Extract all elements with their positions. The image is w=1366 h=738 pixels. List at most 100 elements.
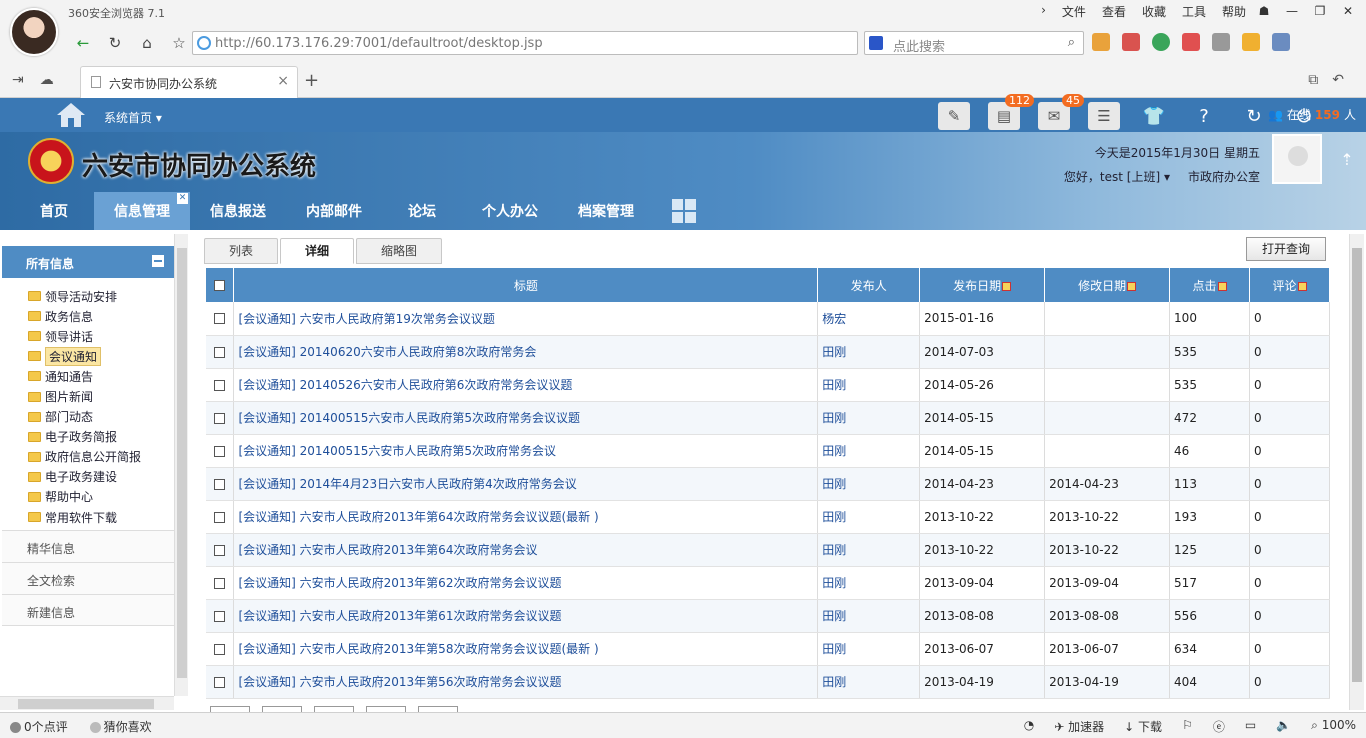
menu-favorites[interactable]: 收藏 [1142, 3, 1166, 20]
reload-icon[interactable]: ↻ [102, 32, 128, 54]
search-engine-icon[interactable] [869, 36, 883, 50]
tree-item[interactable]: 政务信息 [28, 306, 141, 326]
tree-item-selected[interactable]: 会议通知 [28, 346, 141, 366]
sort-icon[interactable] [1217, 281, 1227, 291]
tree-item[interactable]: 电子政务建设 [28, 467, 141, 487]
tree-item[interactable]: 常用软件下载 [28, 507, 141, 527]
menu-file[interactable]: 文件 [1062, 3, 1086, 20]
nav-forum[interactable]: 论坛 [382, 192, 462, 230]
row-title[interactable]: [会议通知] 六安市人民政府2013年第64次政府常务会议议题(最新 ) [233, 500, 819, 534]
window-icon[interactable]: ▭ [1245, 718, 1256, 735]
row-checkbox[interactable] [214, 676, 226, 688]
row-author[interactable]: 田刚 [817, 665, 921, 699]
row-checkbox[interactable] [214, 412, 226, 424]
user-photo[interactable] [1272, 134, 1322, 184]
calendar-icon[interactable] [1122, 33, 1140, 51]
user-avatar[interactable] [10, 8, 58, 56]
scroll-top-icon[interactable]: ⇡ [1336, 150, 1358, 172]
tab-detail-view[interactable]: 详细 [280, 238, 354, 264]
search-bar[interactable]: 点此搜索 ⌕ [864, 31, 1084, 55]
table-row[interactable]: [会议通知] 2014年4月23日六安市人民政府第4次政府常务会议 田刚 2014-… [206, 467, 1331, 501]
row-title[interactable]: [会议通知] 2014年4月23日六安市人民政府第4次政府常务会议 [233, 467, 819, 501]
row-author[interactable]: 田刚 [817, 401, 921, 435]
open-query-button[interactable]: 打开查询 [1246, 237, 1326, 261]
row-title[interactable]: [会议通知] 六安市人民政府2013年第64次政府常务会议 [233, 533, 819, 567]
close-tab-icon[interactable]: × [277, 73, 289, 89]
row-title[interactable]: [会议通知] 20140526六安市人民政府第6次政府常务会议议题 [233, 368, 819, 402]
restore-tabs-icon[interactable]: ⧉ [1308, 72, 1318, 88]
sort-icon[interactable] [1002, 281, 1012, 291]
nav-personal-office[interactable]: 个人办公 [462, 192, 558, 230]
tree-item[interactable]: 部门动态 [28, 407, 141, 427]
user-greeting[interactable]: 您好，test [上班] ▾ [1064, 168, 1170, 185]
zoom-icon[interactable] [1272, 33, 1290, 51]
tree-item[interactable]: 图片新闻 [28, 386, 141, 406]
menu-help[interactable]: 帮助 [1222, 3, 1246, 20]
sidebar-vertical-scrollbar[interactable] [174, 234, 188, 696]
tree-item[interactable]: 领导讲话 [28, 326, 141, 346]
more-apps-icon[interactable] [672, 199, 696, 223]
undo-icon[interactable]: ↶ [1332, 72, 1344, 88]
sidebar-horizontal-scrollbar[interactable] [0, 696, 174, 710]
apps-icon[interactable] [1092, 33, 1110, 51]
row-title[interactable]: [会议通知] 六安市人民政府第19次常务会议议题 [233, 302, 819, 336]
table-row[interactable]: [会议通知] 六安市人民政府2013年第61次政府常务会议议题 田刚 2013-08… [206, 599, 1331, 633]
row-title[interactable]: [会议通知] 六安市人民政府2013年第61次政府常务会议议题 [233, 599, 819, 633]
notice-icon[interactable]: ▤ 112 [988, 94, 1034, 130]
search-icon[interactable]: ⌕ [1068, 35, 1075, 50]
row-author[interactable]: 杨宏 [817, 302, 921, 336]
row-author[interactable]: 田刚 [817, 599, 921, 633]
nav-info-report[interactable]: 信息报送 [190, 192, 286, 230]
speed-icon[interactable]: ◔ [1024, 718, 1034, 735]
gift-icon[interactable] [1242, 33, 1260, 51]
row-checkbox[interactable] [214, 478, 226, 490]
sidebar-header[interactable]: 所有信息 [2, 246, 174, 278]
tree-item[interactable]: 领导活动安排 [28, 286, 141, 306]
back-icon[interactable]: ← [70, 32, 96, 54]
chevron-right-icon[interactable]: › [1041, 3, 1046, 20]
maximize-button[interactable]: ❐ [1308, 2, 1332, 20]
shirt-icon[interactable]: 👕 [1138, 102, 1170, 130]
menu-view[interactable]: 查看 [1102, 3, 1126, 20]
table-row[interactable]: [会议通知] 六安市人民政府第19次常务会议议题 杨宏 2015-01-16 100 0 [206, 302, 1331, 336]
sidebar-section-fulltext-search[interactable]: 全文检索 [2, 562, 174, 594]
minimize-button[interactable]: — [1280, 2, 1304, 20]
tree-item[interactable]: 帮助中心 [28, 487, 141, 507]
screenshot-icon[interactable] [1212, 33, 1230, 51]
row-title[interactable]: [会议通知] 六安市人民政府2013年第62次政府常务会议议题 [233, 566, 819, 600]
table-row[interactable]: [会议通知] 六安市人民政府2013年第64次政府常务会议 田刚 2013-10-2… [206, 533, 1331, 567]
table-row[interactable]: [会议通知] 六安市人民政府2013年第62次政府常务会议议题 田刚 2013-09… [206, 566, 1331, 600]
adblock-icon[interactable] [1182, 33, 1200, 51]
sort-icon[interactable] [1127, 281, 1137, 291]
address-text[interactable]: http://60.173.176.29:7001/defaultroot/de… [215, 36, 543, 51]
table-row[interactable]: [会议通知] 201400515六安市人民政府第5次政府常务会议 田刚 2014-0… [206, 434, 1331, 468]
cloud-icon[interactable]: ☁ [40, 72, 54, 88]
row-checkbox[interactable] [214, 544, 226, 556]
table-row[interactable]: [会议通知] 20140526六安市人民政府第6次政府常务会议议题 田刚 2014-… [206, 368, 1331, 402]
accelerator-button[interactable]: ✈ 加速器 [1054, 718, 1104, 735]
new-tab-button[interactable]: + [304, 70, 319, 91]
col-comments[interactable]: 评论 [1249, 268, 1331, 302]
col-author[interactable]: 发布人 [817, 268, 921, 302]
table-row[interactable]: [会议通知] 20140620六安市人民政府第8次政府常务会 田刚 2014-07-… [206, 335, 1331, 369]
guess-you-like[interactable]: 猜你喜欢 [89, 718, 152, 735]
col-clicks[interactable]: 点击 [1169, 268, 1250, 302]
sidebar-section-new-info[interactable]: 新建信息 [2, 594, 174, 626]
col-modify-date[interactable]: 修改日期 [1044, 268, 1171, 302]
comments-status[interactable]: 0个点评 [10, 718, 68, 735]
sidebar-toggle-icon[interactable]: ⇥ [12, 72, 24, 88]
row-checkbox[interactable] [214, 610, 226, 622]
row-author[interactable]: 田刚 [817, 566, 921, 600]
row-author[interactable]: 田刚 [817, 434, 921, 468]
table-row[interactable]: [会议通知] 六安市人民政府2013年第58次政府常务会议议题(最新 ) 田刚 20… [206, 632, 1331, 666]
row-checkbox[interactable] [214, 511, 226, 523]
home-icon[interactable]: ⌂ [134, 32, 160, 54]
row-title[interactable]: [会议通知] 六安市人民政府2013年第56次政府常务会议议题 [233, 665, 819, 699]
sidebar-section-featured[interactable]: 精华信息 [2, 530, 174, 562]
table-row[interactable]: [会议通知] 201400515六安市人民政府第5次政府常务会议议题 田刚 2014… [206, 401, 1331, 435]
row-author[interactable]: 田刚 [817, 335, 921, 369]
row-checkbox[interactable] [214, 643, 226, 655]
table-row[interactable]: [会议通知] 六安市人民政府2013年第56次政府常务会议议题 田刚 2013-04… [206, 665, 1331, 699]
sort-icon[interactable] [1297, 281, 1307, 291]
shield-icon[interactable] [1152, 33, 1170, 51]
